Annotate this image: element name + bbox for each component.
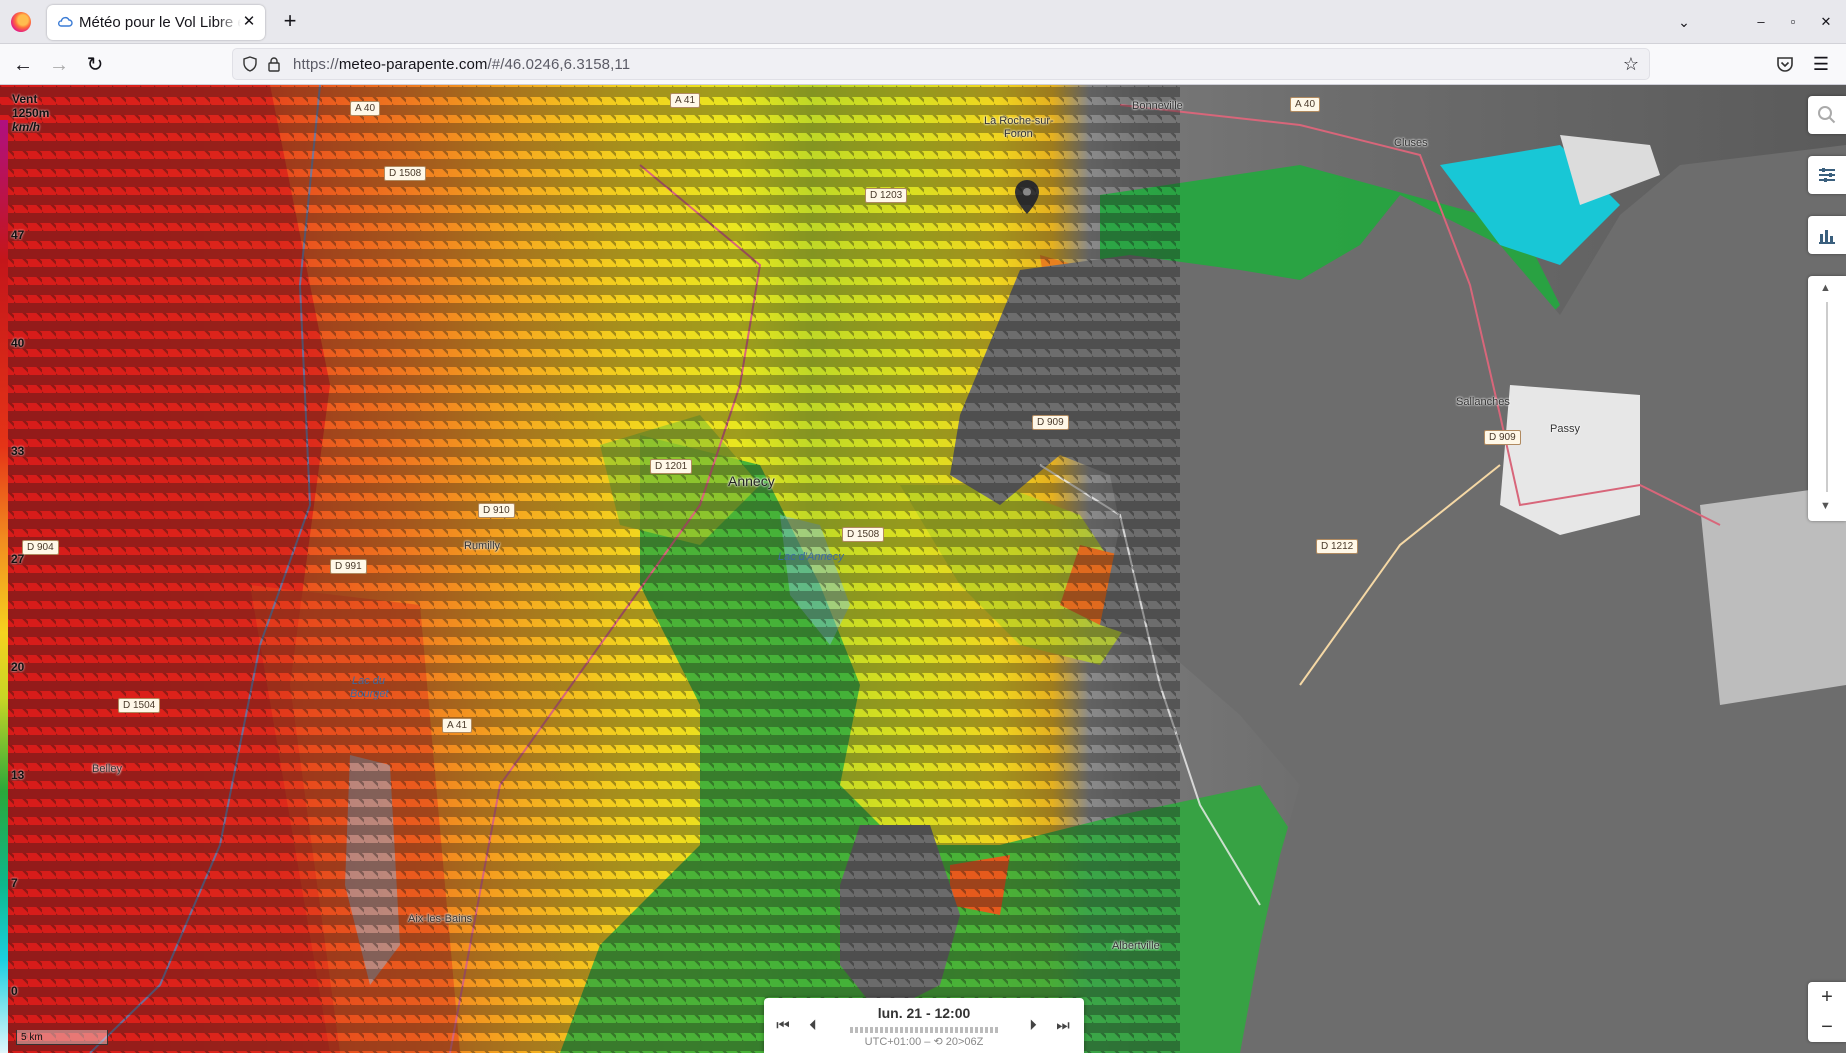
search-icon	[1818, 106, 1836, 124]
zoom-in-button[interactable]: +	[1808, 982, 1846, 1012]
cloud-icon	[58, 16, 73, 27]
hamburger-menu-icon[interactable]: ☰	[1810, 53, 1832, 75]
road-label: D 1508	[384, 166, 427, 181]
lake-label: Bourget	[350, 688, 389, 700]
road-label: D 991	[330, 559, 367, 574]
road-label: D 910	[478, 503, 515, 518]
pocket-icon[interactable]	[1775, 54, 1795, 74]
vertical-time-slider[interactable]: ▲ ▼	[1808, 276, 1846, 521]
road-label: D 1504	[118, 698, 161, 713]
legend-value: 13	[11, 768, 25, 782]
url-bar[interactable]: https://meteo-parapente.com/#/46.0246,6.…	[232, 48, 1650, 80]
lake-label: Lac d'Annecy	[778, 551, 844, 563]
road-label: D 904	[22, 540, 59, 555]
next-step-icon[interactable]: ⏵	[1022, 1015, 1044, 1037]
restore-icon[interactable]: ▫	[1782, 11, 1804, 33]
time-progress[interactable]	[850, 1027, 998, 1033]
firefox-icon[interactable]	[11, 12, 31, 32]
road-label: D 1203	[865, 188, 908, 203]
settings-button[interactable]	[1808, 156, 1846, 194]
place-label: Annecy	[728, 473, 775, 489]
zoom-out-button[interactable]: −	[1808, 1012, 1846, 1042]
browser-tab[interactable]: Météo pour le Vol Libre et ✕	[47, 5, 265, 40]
legend-value: 0	[11, 984, 18, 998]
bookmark-star-icon[interactable]: ☆	[1623, 54, 1639, 75]
minimize-icon[interactable]: –	[1750, 11, 1772, 33]
place-label: Albertville	[1112, 940, 1160, 952]
place-label: La Roche-sur-	[984, 115, 1054, 127]
time-navigator: ⏮ ⏴ lun. 21 - 12:00 UTC+01:00 – ⟲ 20>06Z…	[764, 998, 1084, 1053]
road-label: A 41	[670, 93, 701, 108]
road-label: A 41	[442, 718, 473, 733]
close-window-icon[interactable]: ✕	[1815, 11, 1837, 33]
place-label: Aix-les-Bains	[408, 913, 473, 925]
legend-value: 20	[11, 660, 25, 674]
search-button[interactable]	[1808, 96, 1846, 134]
new-tab-button[interactable]: +	[279, 10, 301, 32]
tab-close-button[interactable]: ✕	[239, 12, 259, 32]
lake-label: Lac du	[352, 675, 386, 687]
road-label: D 909	[1484, 430, 1521, 445]
road-label: D 1201	[650, 459, 693, 474]
list-tabs-button[interactable]: ⌄	[1672, 11, 1696, 33]
legend-title: Vent 1250m km/h	[12, 92, 50, 134]
place-label: Belley	[92, 763, 122, 775]
place-label: Sallanches	[1456, 396, 1510, 408]
place-label: Cluses	[1394, 137, 1428, 149]
terrain-layer	[0, 85, 1846, 1053]
place-label: Rumilly	[464, 540, 501, 552]
road-label: D 909	[1032, 415, 1069, 430]
tab-title: Météo pour le Vol Libre et	[79, 14, 241, 31]
road-label: A 40	[350, 101, 381, 116]
legend-color-bar	[0, 120, 8, 1053]
place-label: Bonneville	[1132, 100, 1183, 112]
shield-icon[interactable]	[242, 56, 258, 72]
wind-map[interactable]: Annecy Rumilly Belley Aix-les-Bains Albe…	[0, 85, 1846, 1053]
lock-icon[interactable]	[266, 56, 282, 72]
place-label: Foron	[1004, 128, 1033, 140]
road-label: D 1508	[842, 527, 885, 542]
legend-value: 27	[11, 552, 25, 566]
sliders-icon	[1819, 168, 1835, 182]
zoom-control: + −	[1808, 982, 1846, 1042]
legend-value: 47	[11, 228, 25, 242]
legend-value: 7	[11, 876, 18, 890]
chart-button[interactable]	[1808, 216, 1846, 254]
slider-track[interactable]	[1826, 302, 1828, 492]
scale-bar: 5 km	[16, 1030, 108, 1045]
back-icon[interactable]: ←	[10, 52, 36, 78]
road-label: A 40	[1290, 97, 1321, 112]
url-text: https://meteo-parapente.com/#/46.0246,6.…	[293, 56, 631, 73]
legend-value: 33	[11, 444, 25, 458]
road-label: D 1212	[1316, 539, 1359, 554]
reload-icon[interactable]: ↻	[82, 52, 108, 78]
browser-tab-bar: Météo pour le Vol Libre et ✕ + ⌄ – ▫ ✕	[0, 0, 1846, 44]
forward-icon[interactable]: →	[46, 52, 72, 78]
slider-down-icon[interactable]: ▼	[1820, 500, 1831, 512]
legend-value: 40	[11, 336, 25, 350]
bar-chart-icon	[1819, 230, 1835, 244]
place-label: Passy	[1550, 423, 1580, 435]
last-step-icon[interactable]: ⏭	[1052, 1015, 1074, 1037]
browser-nav-bar: ← → ↻ https://meteo-parapente.com/#/46.0…	[0, 44, 1846, 85]
slider-up-icon[interactable]: ▲	[1820, 282, 1831, 294]
